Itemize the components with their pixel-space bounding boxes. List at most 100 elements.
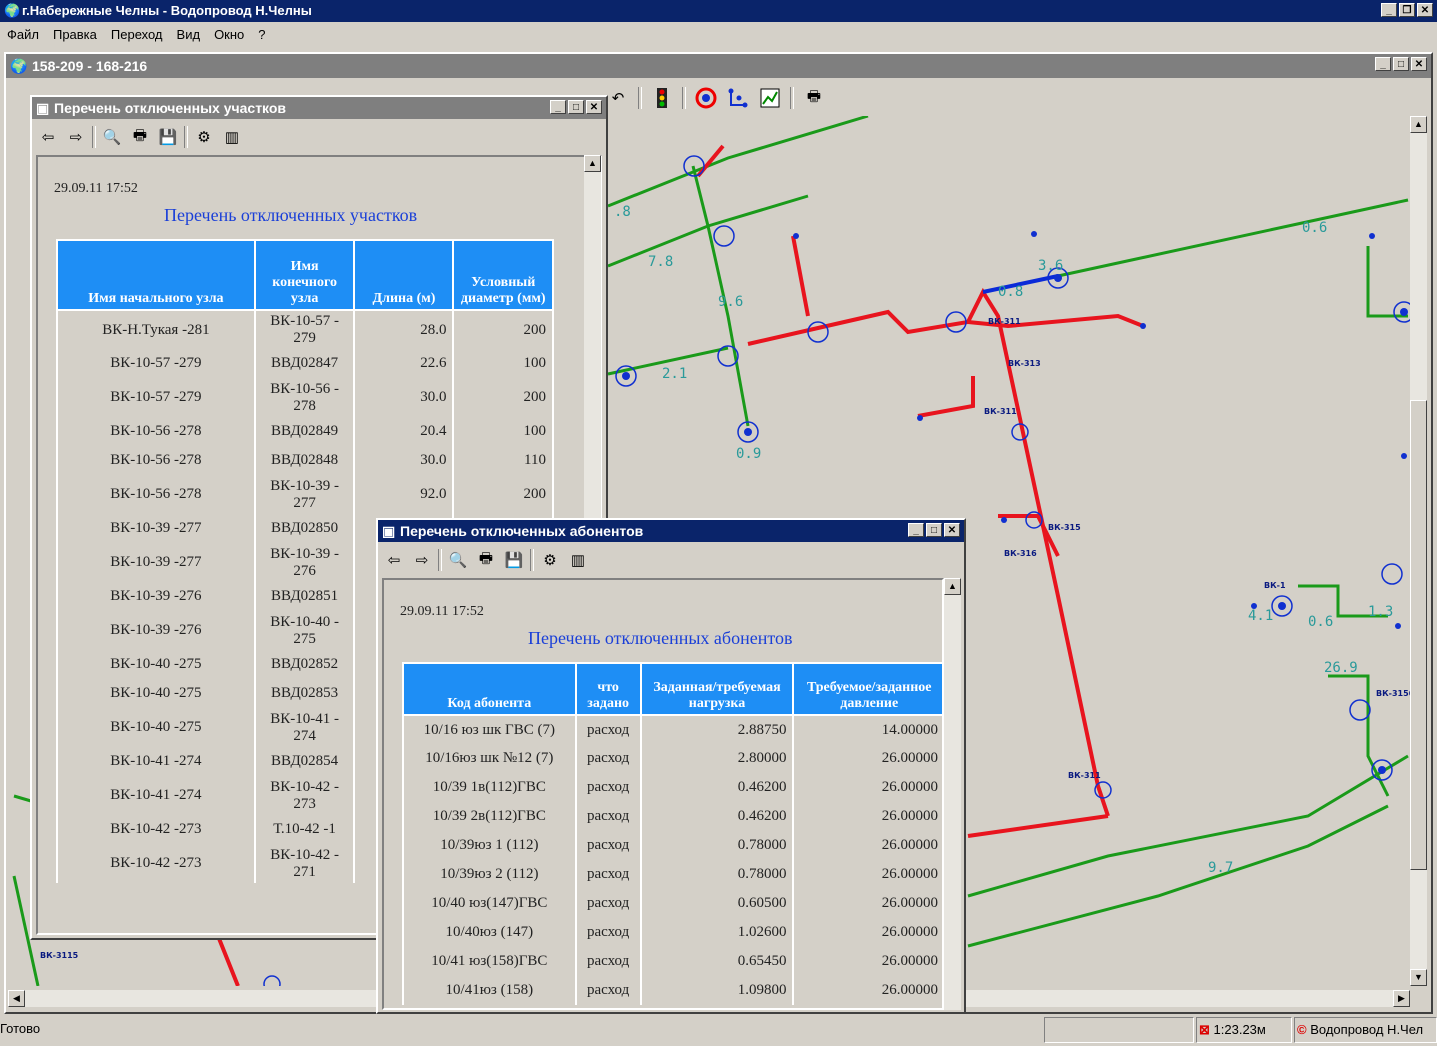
table-row[interactable]: ВК-Н.Тукая -281 ВК-10-57 - 279 28.0 200 [56,310,554,349]
table-row[interactable]: 10/40юз (147) расход 1.02600 26.00000 [402,918,942,947]
column-header[interactable]: Требуемое/заданное давление [792,662,942,716]
print-icon[interactable]: 🖶 [802,86,826,110]
table-cell: ВК-10-39 -277 [56,514,256,543]
column-header[interactable]: Условный диаметр (мм) [452,239,554,311]
subscribers-scrollbar[interactable]: ▲ [944,578,961,1010]
chart-icon[interactable] [758,86,782,110]
columns-icon[interactable]: ▥ [220,125,244,149]
map-label: 26.9 [1324,660,1358,676]
menu-help[interactable]: ? [251,27,272,42]
table-cell: 10/16юз шк №12 (7) [402,744,577,773]
table-cell: 1.09800 [639,976,795,1005]
table-cell: ВК-10-40 -275 [56,708,256,747]
table-row[interactable]: ВК-10-56 -278 ВВД02848 30.0 110 [56,446,554,475]
map-maximize-button[interactable]: □ [1393,57,1409,71]
back-arrow-icon[interactable]: ⇦ [36,125,60,149]
map-label: 4.1 [1248,608,1273,624]
subscribers-report: 29.09.11 17:52 Перечень отключенных абон… [382,578,944,1010]
window-icon: ▣ [382,523,396,539]
table-row[interactable]: 10/39юз 2 (112) расход 0.78000 26.00000 [402,860,942,889]
export-icon[interactable]: ⚙ [538,548,562,572]
table-row[interactable]: ВК-10-56 -278 ВК-10-39 - 277 92.0 200 [56,475,554,514]
column-header[interactable]: Заданная/требуемая нагрузка [639,662,795,716]
save-icon[interactable]: 💾 [502,548,526,572]
columns-icon[interactable]: ▥ [566,548,590,572]
table-row[interactable]: 10/39 1в(112)ГВС расход 0.46200 26.00000 [402,773,942,802]
map-minimize-button[interactable]: _ [1375,57,1391,71]
table-cell: ВК-10-41 -274 [56,747,256,776]
menu-window[interactable]: Окно [207,27,251,42]
column-header[interactable]: Код абонента [402,662,577,716]
map-vertical-scrollbar[interactable]: ▲ ▼ [1410,116,1427,986]
column-header[interactable]: Имя конечного узла [253,239,356,311]
print-icon[interactable]: 🖶 [474,548,498,572]
scroll-down-button[interactable]: ▼ [1410,969,1427,986]
table-row[interactable]: 10/40 юз(147)ГВС расход 0.60500 26.00000 [402,889,942,918]
toolbar-separator [438,549,442,571]
scroll-up-button[interactable]: ▲ [584,155,601,172]
sections-toolbar: ⇦ ⇨ 🔍 🖶 💾 ⚙ ▥ [36,123,244,151]
table-cell: ВК-10-39 -276 [56,611,256,650]
save-icon[interactable]: 💾 [156,125,180,149]
table-cell: ВК-10-40 -275 [56,679,256,708]
preview-icon[interactable]: 🔍 [100,125,124,149]
map-close-button[interactable]: ✕ [1411,57,1427,71]
target-icon[interactable] [694,86,718,110]
export-icon[interactable]: ⚙ [192,125,216,149]
column-header[interactable]: Длина (м) [353,239,455,311]
menu-edit[interactable]: Правка [46,27,104,42]
menu-navigate[interactable]: Переход [104,27,170,42]
scroll-left-button[interactable]: ◀ [8,990,25,1007]
subscribers-close-button[interactable]: ✕ [944,523,960,537]
back-arrow-icon[interactable]: ⇦ [382,548,406,572]
close-button[interactable]: ✕ [1417,3,1433,17]
table-cell: 0.78000 [639,831,795,860]
subscribers-window-titlebar: ▣ Перечень отключенных абонентов _ □ ✕ [378,520,964,542]
scroll-up-button[interactable]: ▲ [944,578,961,595]
table-row[interactable]: 10/41юз (158) расход 1.09800 26.00000 [402,976,942,1005]
scroll-up-button[interactable]: ▲ [1410,116,1427,133]
table-cell: 100 [452,349,554,378]
table-row[interactable]: ВК-10-57 -279 ВК-10-56 - 278 30.0 200 [56,378,554,417]
sections-maximize-button[interactable]: □ [568,100,584,114]
table-cell: ВВД02852 [253,650,356,679]
restore-button[interactable]: ❐ [1399,3,1415,17]
undo-icon[interactable]: ↶ [606,86,630,110]
table-row[interactable]: 10/41 юз(158)ГВС расход 0.65450 26.00000 [402,947,942,976]
table-cell: ВК-10-42 -273 [56,844,256,883]
table-row[interactable]: 10/16 юз шк ГВС (7) расход 2.88750 14.00000 [402,715,942,744]
status-layer-text: Водопровод Н.Чел [1310,1022,1424,1037]
traffic-light-icon[interactable] [650,86,674,110]
menu-view[interactable]: Вид [170,27,208,42]
table-row[interactable]: ВК-10-57 -279 ВВД02847 22.6 100 [56,349,554,378]
table-row[interactable]: ВК-10-56 -278 ВВД02849 20.4 100 [56,417,554,446]
table-row[interactable]: 10/39 2в(112)ГВС расход 0.46200 26.00000 [402,802,942,831]
table-cell: 2.88750 [639,715,795,744]
sections-minimize-button[interactable]: _ [550,100,566,114]
minimize-button[interactable]: _ [1381,3,1397,17]
menu-file[interactable]: Файл [0,27,46,42]
app-icon: 🌍 [4,3,21,18]
table-cell: ВВД02848 [253,446,356,475]
table-cell: 26.00000 [792,918,942,947]
table-cell: 1.02600 [639,918,795,947]
table-row[interactable]: 10/16юз шк №12 (7) расход 2.80000 26.00000 [402,744,942,773]
forward-arrow-icon[interactable]: ⇨ [64,125,88,149]
map-label: ВК-311 [988,317,1021,326]
column-header[interactable]: Имя начального узла [56,239,256,311]
column-header[interactable]: что задано [574,662,642,716]
subscribers-maximize-button[interactable]: □ [926,523,942,537]
preview-icon[interactable]: 🔍 [446,548,470,572]
forward-arrow-icon[interactable]: ⇨ [410,548,434,572]
map-window-titlebar: 🌍 158-209 - 168-216 _ □ ✕ [6,54,1431,78]
subscribers-minimize-button[interactable]: _ [908,523,924,537]
subscribers-window-title: Перечень отключенных абонентов [400,523,644,539]
scroll-right-button[interactable]: ▶ [1393,990,1410,1007]
sections-close-button[interactable]: ✕ [586,100,602,114]
table-row[interactable]: 10/39юз 1 (112) расход 0.78000 26.00000 [402,831,942,860]
network-icon[interactable] [726,86,750,110]
scroll-thumb[interactable] [1410,400,1427,870]
print-icon[interactable]: 🖶 [128,125,152,149]
table-cell: ВК-10-56 -278 [56,446,256,475]
table-cell: ВК-10-40 - 275 [253,611,356,650]
